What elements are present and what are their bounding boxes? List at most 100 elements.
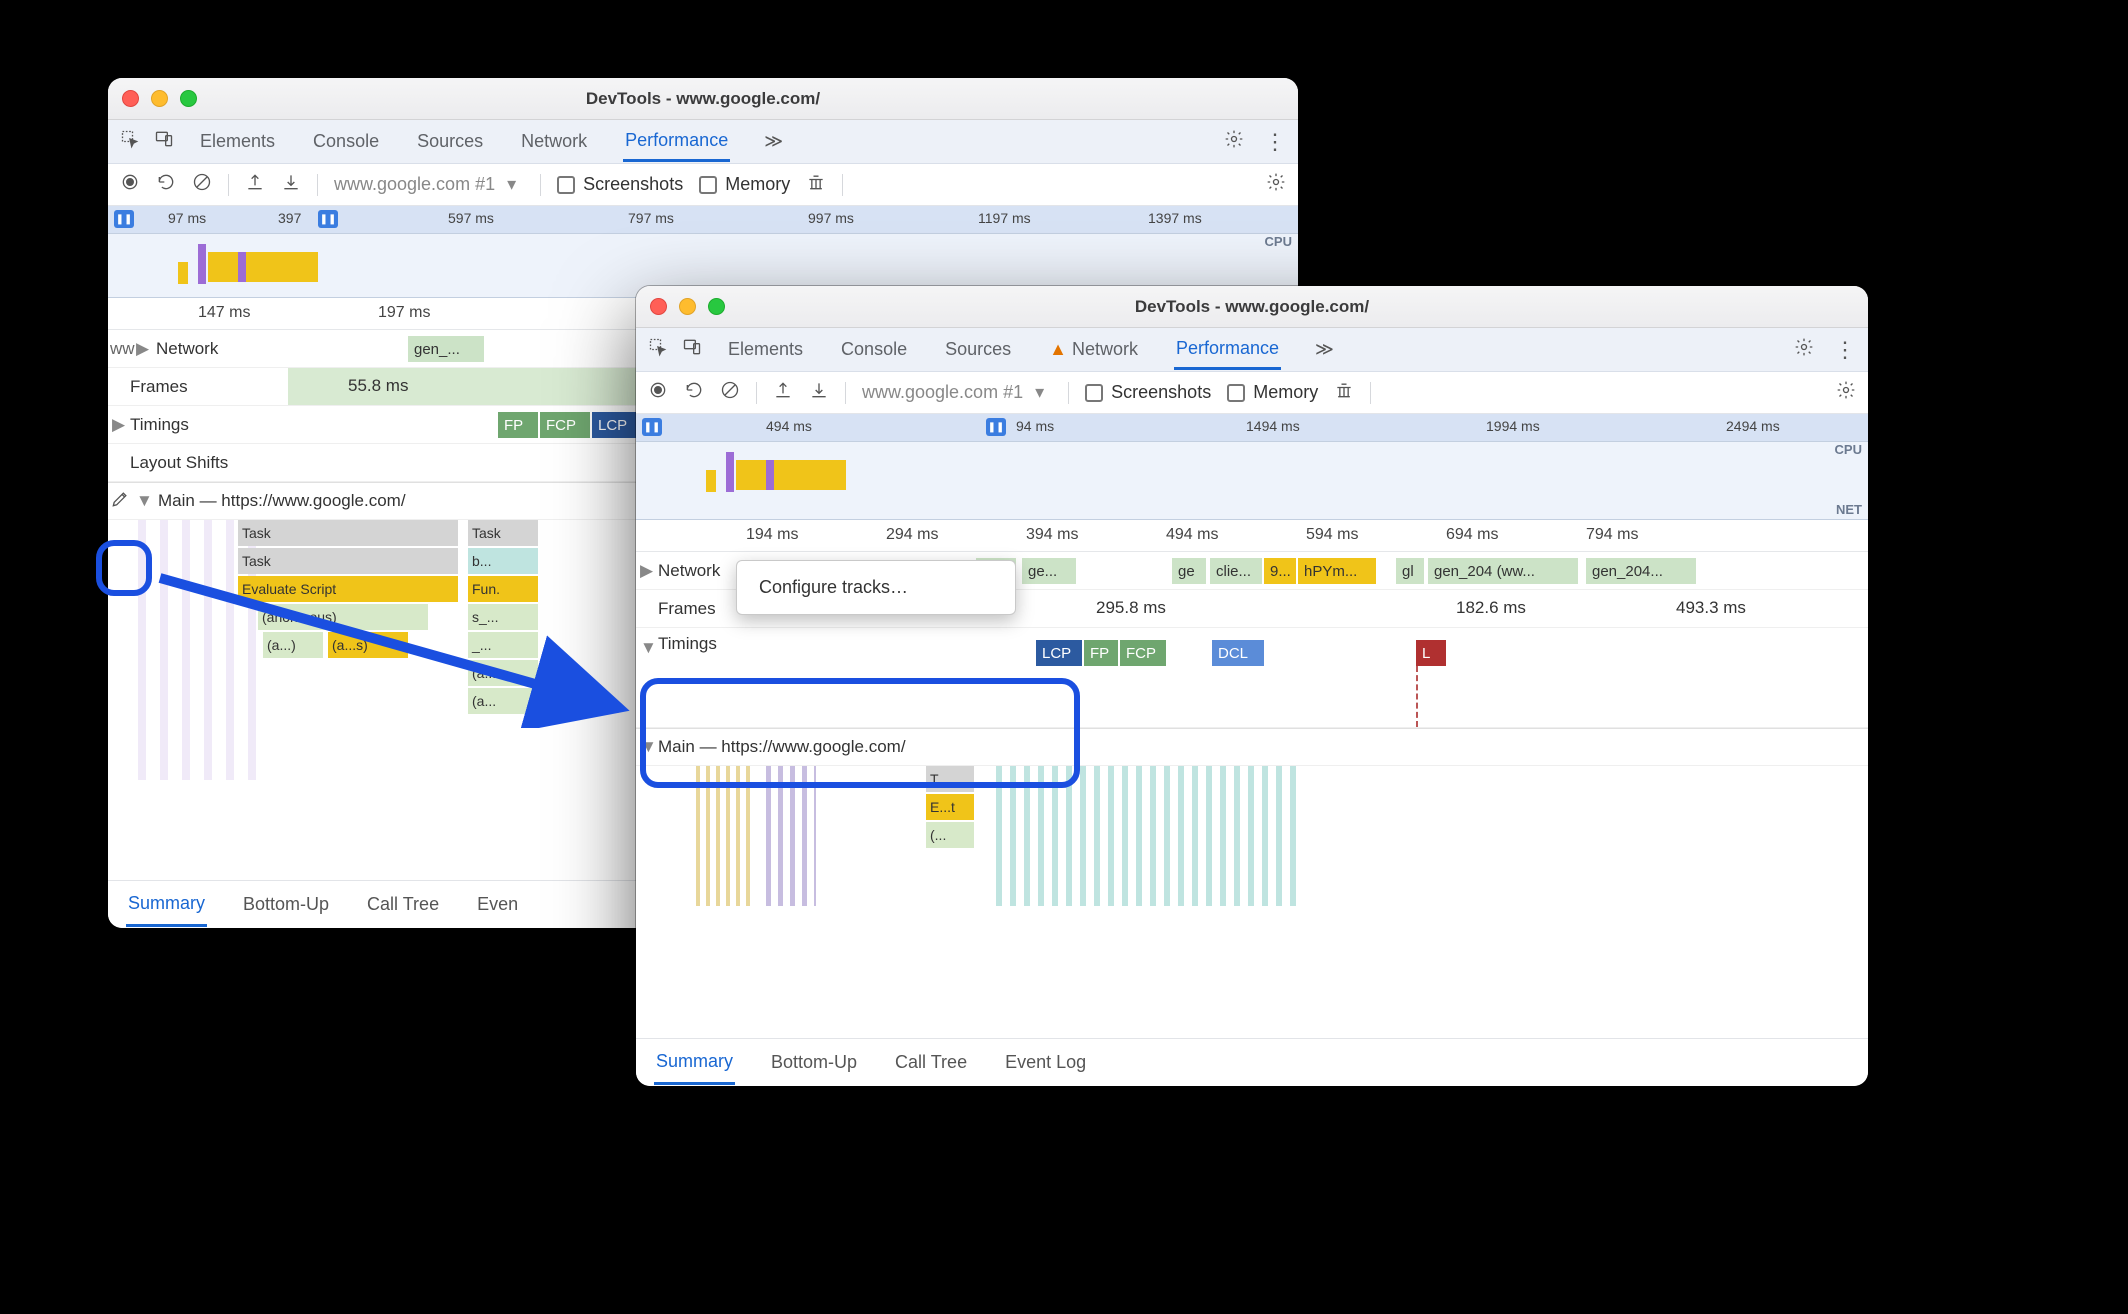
chip[interactable]: gen_204... xyxy=(1586,558,1696,584)
tab-sources[interactable]: Sources xyxy=(943,331,1013,368)
flame-bar[interactable]: Fun. xyxy=(468,576,538,602)
flame-bar[interactable]: b... xyxy=(468,548,538,574)
flame-bar[interactable]: Task xyxy=(238,548,458,574)
tab-console[interactable]: Console xyxy=(311,123,381,160)
bt-eventlog[interactable]: Even xyxy=(475,884,520,925)
download-icon[interactable] xyxy=(281,172,301,197)
settings-gear-icon[interactable] xyxy=(1836,380,1856,405)
upload-icon[interactable] xyxy=(773,380,793,405)
tab-performance[interactable]: Performance xyxy=(623,122,730,162)
minimize-icon[interactable] xyxy=(679,298,696,315)
expander-icon[interactable]: ▶ xyxy=(136,339,149,359)
track-main-header[interactable]: ▼ Main — https://www.google.com/ xyxy=(636,728,1868,766)
download-icon[interactable] xyxy=(809,380,829,405)
track-timings[interactable]: ▼ Timings LCPFPFCPDCLL xyxy=(636,628,1868,728)
close-icon[interactable] xyxy=(650,298,667,315)
flame-bar[interactable]: E...t xyxy=(926,794,974,820)
profile-dropdown[interactable]: www.google.com #1 ▾ xyxy=(862,382,1052,403)
expander-icon[interactable]: ▼ xyxy=(136,491,153,511)
tab-sources[interactable]: Sources xyxy=(415,123,485,160)
zoom-icon[interactable] xyxy=(180,90,197,107)
gear-icon[interactable] xyxy=(1794,337,1814,362)
tab-console[interactable]: Console xyxy=(839,331,909,368)
memory-checkbox[interactable]: Memory xyxy=(699,174,790,195)
expander-icon[interactable]: ▼ xyxy=(640,638,657,658)
flame-bar[interactable]: (anon...ous) xyxy=(258,604,428,630)
overview-ruler[interactable]: ❚❚ 97 ms 397 ❚❚ 597 ms 797 ms 997 ms 119… xyxy=(108,206,1298,234)
inspect-icon[interactable] xyxy=(648,337,668,362)
bt-bottomup[interactable]: Bottom-Up xyxy=(241,884,331,925)
chip[interactable]: FCP xyxy=(1120,640,1166,666)
chip[interactable]: L xyxy=(1416,640,1446,666)
profile-dropdown[interactable]: www.google.com #1 ▾ xyxy=(334,174,524,195)
pause-icon-2[interactable]: ❚❚ xyxy=(986,418,1006,436)
flame-bar[interactable]: Task xyxy=(238,520,458,546)
gear-icon[interactable] xyxy=(1224,129,1244,154)
bt-eventlog[interactable]: Event Log xyxy=(1003,1042,1088,1083)
cpu-overview[interactable]: CPU NET xyxy=(636,442,1868,520)
bt-calltree[interactable]: Call Tree xyxy=(893,1042,969,1083)
flame-chart[interactable]: T...E...t(... xyxy=(636,766,1868,906)
pause-icon[interactable]: ❚❚ xyxy=(114,210,134,228)
chip[interactable]: ge... xyxy=(1022,558,1076,584)
chip[interactable]: FCP xyxy=(540,412,590,438)
flame-bar[interactable]: T... xyxy=(926,766,974,792)
overview-ruler[interactable]: ❚❚ 494 ms ❚❚ 94 ms 1494 ms 1994 ms 2494 … xyxy=(636,414,1868,442)
kebab-icon[interactable]: ⋮ xyxy=(1264,129,1286,155)
flame-bar[interactable]: Task xyxy=(468,520,538,546)
tracks-pane[interactable]: ▶ Network g...ge...geclie...9...hPYm...g… xyxy=(636,552,1868,1038)
menu-configure-tracks[interactable]: Configure tracks… xyxy=(737,569,1015,606)
flame-bar[interactable]: (a... xyxy=(468,688,538,714)
flame-bar[interactable]: Evaluate Script xyxy=(238,576,458,602)
tab-elements[interactable]: Elements xyxy=(198,123,277,160)
more-tabs-icon[interactable]: ≫ xyxy=(764,131,783,152)
screenshots-checkbox[interactable]: Screenshots xyxy=(557,174,683,195)
settings-gear-icon[interactable] xyxy=(1266,172,1286,197)
device-icon[interactable] xyxy=(682,337,702,362)
chip[interactable]: FP xyxy=(1084,640,1118,666)
clear-icon[interactable] xyxy=(720,380,740,405)
pencil-icon[interactable] xyxy=(110,489,130,514)
memory-checkbox[interactable]: Memory xyxy=(1227,382,1318,403)
chip[interactable]: hPYm... xyxy=(1298,558,1376,584)
bt-bottomup[interactable]: Bottom-Up xyxy=(769,1042,859,1083)
reload-icon[interactable] xyxy=(684,380,704,405)
chip[interactable]: gl xyxy=(1396,558,1424,584)
chip[interactable]: LCP xyxy=(1036,640,1082,666)
flame-bar[interactable]: (... xyxy=(926,822,974,848)
chip[interactable]: 9... xyxy=(1264,558,1296,584)
tab-performance[interactable]: Performance xyxy=(1174,330,1281,370)
expander-icon[interactable]: ▶ xyxy=(112,415,125,435)
chip[interactable]: ge xyxy=(1172,558,1206,584)
chip[interactable]: clie... xyxy=(1210,558,1262,584)
chip[interactable]: DCL xyxy=(1212,640,1264,666)
bt-summary[interactable]: Summary xyxy=(126,883,207,927)
bt-calltree[interactable]: Call Tree xyxy=(365,884,441,925)
pause-icon-2[interactable]: ❚❚ xyxy=(318,210,338,228)
pause-icon[interactable]: ❚❚ xyxy=(642,418,662,436)
chip[interactable]: FP xyxy=(498,412,538,438)
clear-icon[interactable] xyxy=(192,172,212,197)
tab-network[interactable]: Network xyxy=(519,123,589,160)
reload-icon[interactable] xyxy=(156,172,176,197)
expander-icon[interactable]: ▶ xyxy=(640,561,653,581)
expander-icon[interactable]: ▼ xyxy=(640,737,657,757)
more-tabs-icon[interactable]: ≫ xyxy=(1315,339,1334,360)
chip[interactable]: LCP xyxy=(592,412,640,438)
flame-bar[interactable]: s_... xyxy=(468,604,538,630)
flame-bar[interactable]: (a...) xyxy=(263,632,323,658)
minimize-icon[interactable] xyxy=(151,90,168,107)
device-icon[interactable] xyxy=(154,129,174,154)
detail-ruler[interactable]: 194 ms 294 ms 394 ms 494 ms 594 ms 694 m… xyxy=(636,520,1868,552)
chip[interactable]: gen_... xyxy=(408,336,484,362)
flame-bar[interactable]: _... xyxy=(468,632,538,658)
garbage-icon[interactable] xyxy=(806,172,826,197)
chip[interactable]: gen_204 (ww... xyxy=(1428,558,1578,584)
flame-bar[interactable]: (a... xyxy=(468,660,538,686)
zoom-icon[interactable] xyxy=(708,298,725,315)
garbage-icon[interactable] xyxy=(1334,380,1354,405)
screenshots-checkbox[interactable]: Screenshots xyxy=(1085,382,1211,403)
bt-summary[interactable]: Summary xyxy=(654,1041,735,1085)
upload-icon[interactable] xyxy=(245,172,265,197)
flame-bar[interactable]: (a...s) xyxy=(328,632,408,658)
